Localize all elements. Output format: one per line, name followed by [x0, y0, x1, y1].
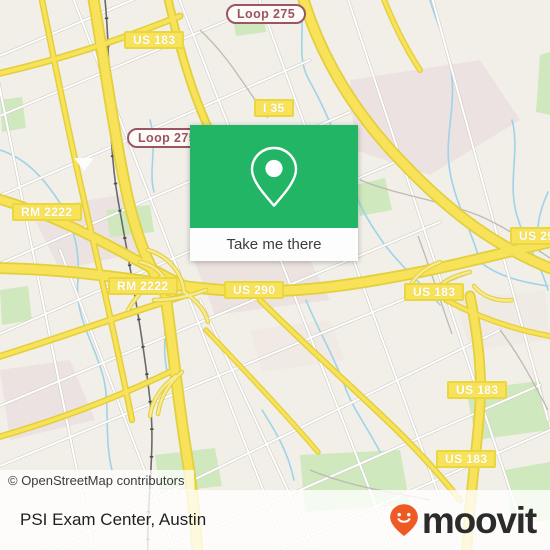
bottom-bar: PSI Exam Center, Austin moovit: [0, 490, 550, 550]
take-me-there-button[interactable]: Take me there: [190, 228, 358, 261]
moovit-logo[interactable]: moovit: [389, 499, 537, 541]
popup-pin-panel: [190, 125, 358, 228]
moovit-map-screen: Loop 275US 183I 35Loop 275RM 2222US 290R…: [0, 0, 550, 550]
popup-pointer: [74, 158, 94, 171]
moovit-wordmark: moovit: [421, 499, 537, 541]
take-me-there-label: Take me there: [226, 236, 322, 253]
moovit-smiley-pin-icon: [389, 503, 419, 537]
osm-attribution[interactable]: © OpenStreetMap contributors: [0, 470, 194, 491]
map-pin-icon: [248, 145, 300, 209]
destination-popup[interactable]: Take me there: [190, 125, 358, 261]
place-title: PSI Exam Center, Austin: [20, 510, 207, 529]
map-canvas[interactable]: [0, 0, 550, 550]
osm-attribution-label: © OpenStreetMap contributors: [8, 473, 185, 488]
